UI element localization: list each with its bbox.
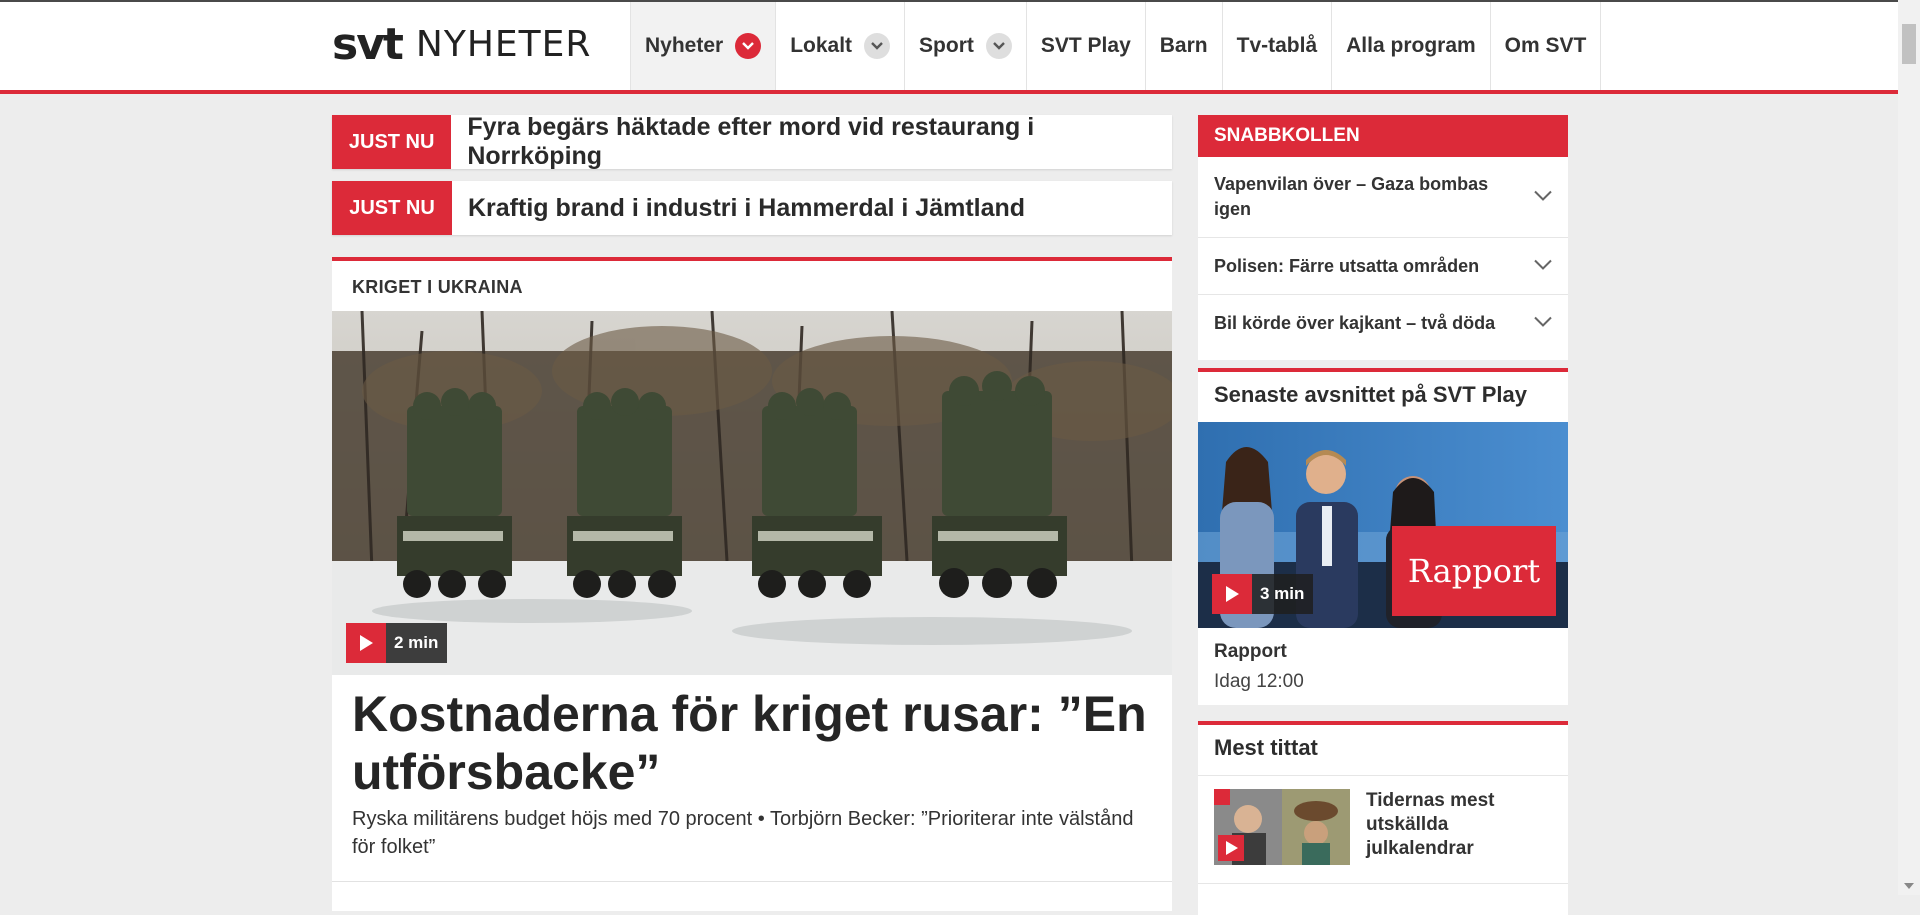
rapport-thumbnail[interactable]: Rapport 3 min <box>1198 422 1568 628</box>
play-icon <box>346 623 386 663</box>
article-subtitle: Ryska militärens budget höjs med 70 proc… <box>352 808 1134 858</box>
nav-item-lokalt[interactable]: Lokalt <box>775 2 904 90</box>
play-icon <box>1212 574 1252 614</box>
snabbkollen-item[interactable]: Bil körde över kajkant – två döda <box>1198 295 1568 351</box>
chevron-down-icon[interactable] <box>985 33 1012 59</box>
snabbkollen-item[interactable]: Vapenvilan över – Gaza bombas igen <box>1198 157 1568 238</box>
page-scrollbar[interactable] <box>1898 0 1920 895</box>
mest-tittat-box: Mest tittat Tidernas mest utskällda julk… <box>1198 721 1568 915</box>
nav-item-barn[interactable]: Barn <box>1144 2 1222 90</box>
nav-item-om-svt[interactable]: Om SVT <box>1489 2 1602 90</box>
video-duration: 2 min <box>394 633 439 652</box>
logo-section-text: NYHETER <box>415 23 592 65</box>
nav-item-alla-program[interactable]: Alla program <box>1331 2 1490 90</box>
article-headline[interactable]: Kostnaderna för kriget rusar: ”En utförs… <box>352 685 1152 801</box>
nav-item-sport[interactable]: Sport <box>904 2 1026 90</box>
svt-nyheter-logo[interactable]: svt NYHETER <box>332 16 591 72</box>
nav-label: Sport <box>919 34 974 57</box>
expand-icon[interactable] <box>1532 254 1554 279</box>
nav-item-nyheter[interactable]: Nyheter <box>630 2 776 90</box>
nav-label: Om SVT <box>1504 34 1587 57</box>
main-article[interactable]: KRIGET I UKRAINA 2 min Kostnaderna för k… <box>332 257 1172 911</box>
snabbkollen-box: SNABBKOLLEN Vapenvilan över – Gaza bomba… <box>1198 115 1568 360</box>
expand-icon[interactable] <box>1532 185 1554 210</box>
svt-play-show-name[interactable]: Rapport <box>1214 641 1287 663</box>
scrollbar-thumb[interactable] <box>1902 24 1916 64</box>
snabbkollen-item-text: Vapenvilan över – Gaza bombas igen <box>1214 174 1489 219</box>
just-nu-badge: JUST NU <box>332 115 452 169</box>
svt-play-latest-box: Senaste avsnittet på SVT Play Rapport 3 … <box>1198 368 1568 705</box>
mest-tittat-divider <box>1198 883 1568 884</box>
video-duration: 3 min <box>1260 584 1305 603</box>
just-nu-badge: JUST NU <box>332 181 452 235</box>
nav-label: Lokalt <box>790 34 853 57</box>
chevron-down-icon[interactable] <box>735 33 762 59</box>
article-image-missile-launchers[interactable]: 2 min <box>332 311 1172 675</box>
rapport-overlay-label: Rapport <box>1407 552 1541 590</box>
nav-label: SVT Play <box>1040 34 1131 57</box>
video-duration-badge: 2 min <box>346 623 448 663</box>
snabbkollen-item-text: Polisen: Färre utsatta områden <box>1214 255 1480 276</box>
breaking-headline: Kraftig brand i industri i Hammerdal i J… <box>468 193 1026 222</box>
scroll-down-arrow-icon[interactable] <box>1904 883 1914 889</box>
logo-svt-text: svt <box>332 18 404 70</box>
nav-label: Nyheter <box>645 34 724 57</box>
svt-play-heading: Senaste avsnittet på SVT Play <box>1214 382 1528 407</box>
nav-label: Barn <box>1159 34 1208 57</box>
nav-item-svt-play[interactable]: SVT Play <box>1025 2 1145 90</box>
article-divider <box>332 881 1172 882</box>
nav-label: Alla program <box>1346 34 1476 57</box>
chevron-down-icon[interactable] <box>864 33 891 59</box>
article-kicker: KRIGET I UKRAINA <box>352 277 523 297</box>
video-duration-badge: 3 min <box>1212 574 1314 614</box>
mest-tittat-divider <box>1198 775 1568 776</box>
main-nav: Nyheter Lokalt Sport SVT Play Barn Tv-ta… <box>630 2 1602 90</box>
mest-tittat-heading: Mest tittat <box>1214 735 1318 760</box>
svt-play-broadcast-time: Idag 12:00 <box>1214 671 1304 692</box>
snabbkollen-item[interactable]: Polisen: Färre utsatta områden <box>1198 238 1568 295</box>
mest-tittat-item-title[interactable]: Tidernas mest utskällda julkalendrar <box>1366 789 1556 861</box>
breaking-news-item[interactable]: JUST NU Fyra begärs häktade efter mord v… <box>332 113 1172 170</box>
site-header: svt NYHETER Nyheter Lokalt Sport SVT Pla… <box>0 2 1898 94</box>
expand-icon[interactable] <box>1532 311 1554 336</box>
snabbkollen-heading: SNABBKOLLEN <box>1198 115 1568 157</box>
snabbkollen-item-text: Bil körde över kajkant – två döda <box>1214 312 1496 333</box>
mest-tittat-thumbnail[interactable] <box>1214 789 1350 865</box>
nav-label: Tv-tablå <box>1236 34 1318 57</box>
breaking-news-item[interactable]: JUST NU Kraftig brand i industri i Hamme… <box>332 181 1172 235</box>
nav-item-tv-tabla[interactable]: Tv-tablå <box>1221 2 1332 90</box>
breaking-headline: Fyra begärs häktade efter mord vid resta… <box>467 113 1035 170</box>
